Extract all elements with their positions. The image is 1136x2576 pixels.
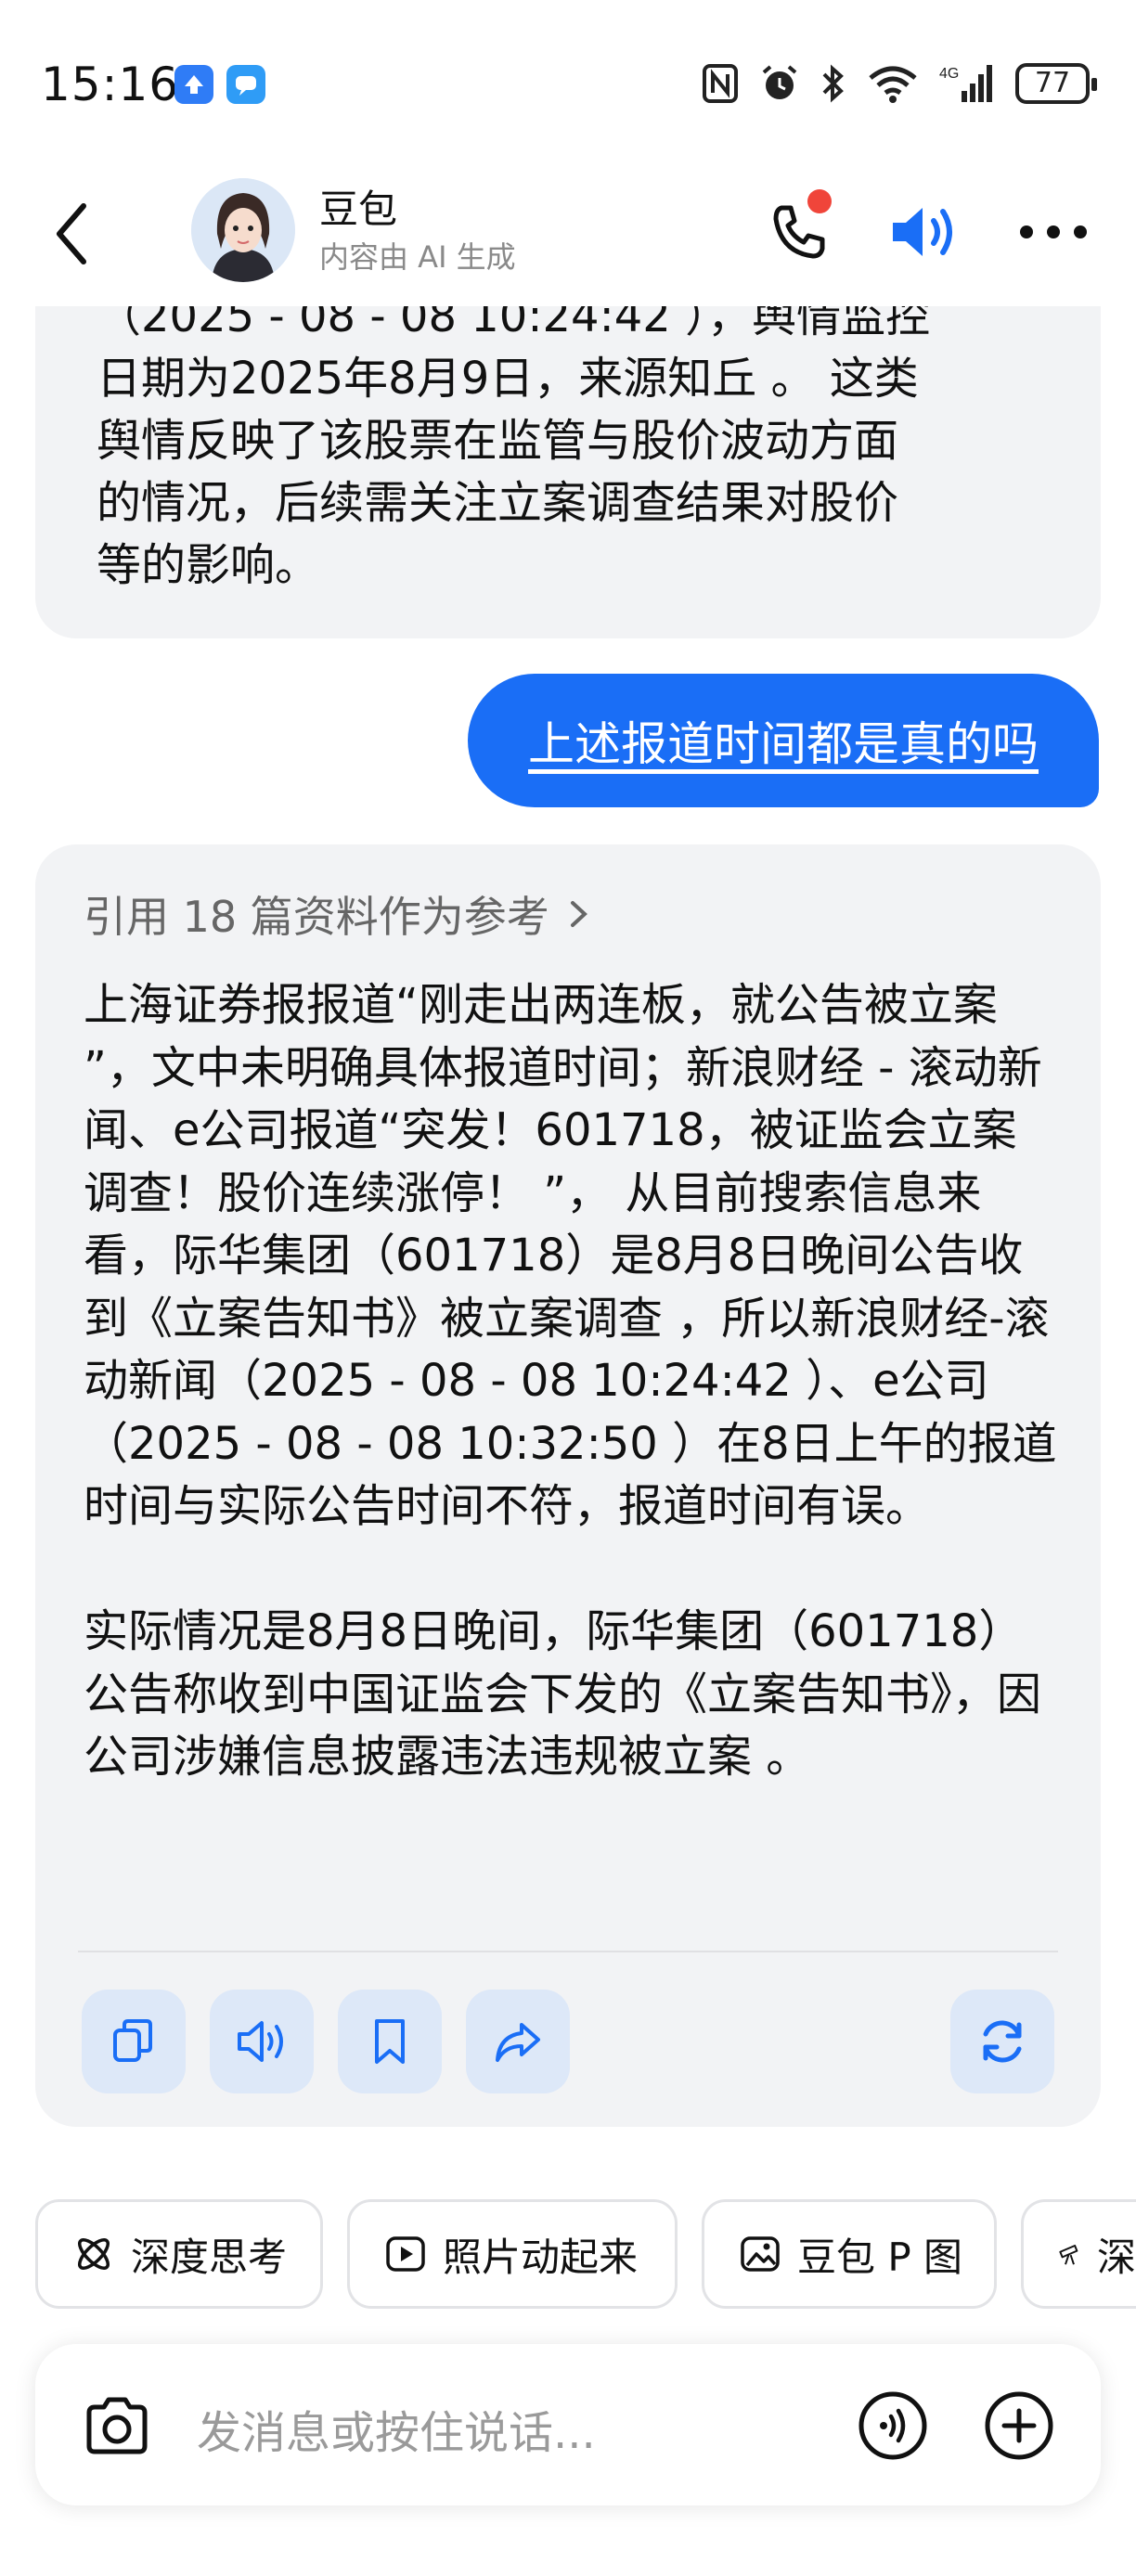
regenerate-button[interactable]	[950, 1990, 1054, 2093]
copy-button[interactable]	[82, 1990, 186, 2093]
battery-indicator: 77	[1015, 63, 1097, 104]
status-bar: 15:16 4G 77	[0, 0, 1136, 167]
play-icon	[386, 2236, 425, 2272]
chat-header: 豆包 内容由 AI 生成	[0, 167, 1136, 306]
copy-icon	[113, 2019, 152, 2062]
message-line: 等的影响。	[97, 539, 320, 591]
message-line: 的情况，后续需关注立案调查结果对股价	[97, 477, 899, 529]
chip-photo-edit[interactable]: 豆包 P 图	[702, 2199, 997, 2309]
chip-animate-photo[interactable]: 照片动起来	[347, 2199, 678, 2309]
references-label: 引用 18 篇资料作为参考	[84, 892, 549, 942]
avatar[interactable]	[191, 178, 295, 282]
message-line: 日期为2025年8月9日，来源知丘 。 这类	[97, 353, 919, 405]
camera-icon[interactable]	[80, 2389, 154, 2463]
message-input[interactable]: 发消息或按住说话...	[197, 2396, 596, 2461]
chip-deep-thinking[interactable]: 深度思考	[35, 2199, 323, 2309]
plus-icon[interactable]	[982, 2389, 1056, 2463]
ai-generated-label: 内容由 AI 生成	[319, 239, 516, 275]
reply-paragraph: 上海证券报报道“刚走出两连板，就公告被立案 ”，文中未明确具体报道时间；新浪财经…	[84, 979, 1057, 1532]
chip-label: 深	[1096, 2234, 1136, 2280]
speaker-icon[interactable]	[882, 195, 965, 269]
speaker-icon	[238, 2021, 283, 2062]
bluetooth-icon	[822, 64, 844, 103]
chip-label: 深度思考	[131, 2234, 288, 2280]
chip-label: 豆包 P 图	[797, 2234, 963, 2280]
bookmark-button[interactable]	[338, 1990, 442, 2093]
user-message-bubble[interactable]: 上述报道时间都是真的吗	[468, 674, 1099, 807]
share-icon	[496, 2023, 540, 2062]
wifi-icon	[869, 66, 917, 103]
bot-name: 豆包	[319, 187, 398, 232]
alarm-icon	[762, 65, 797, 99]
atom-icon	[78, 2238, 110, 2270]
clock: 15:16	[41, 58, 180, 111]
status-icons: 4G 77	[702, 58, 1097, 109]
chip-more[interactable]: 深	[1021, 2199, 1136, 2309]
upload-app-icon	[174, 65, 213, 104]
refresh-icon	[983, 2020, 1022, 2063]
more-options-icon[interactable]	[1012, 213, 1095, 251]
message-line: 舆情反映了该股票在监管与股价波动方面	[97, 415, 899, 467]
divider	[78, 1951, 1058, 1952]
chevron-right-icon	[570, 901, 587, 927]
back-arrow-icon[interactable]	[46, 197, 102, 271]
share-button[interactable]	[466, 1990, 570, 2093]
bookmark-icon	[375, 2019, 405, 2064]
message-input-bar: 发消息或按住说话...	[35, 2344, 1101, 2505]
user-message-text: 上述报道时间都是真的吗	[528, 717, 1039, 771]
nfc-icon	[703, 64, 738, 103]
chip-label: 照片动起来	[443, 2234, 639, 2280]
bot-reply-card: 引用 18 篇资料作为参考 上海证券报报道“刚走出两连板，就公告被立案 ”，文中…	[35, 844, 1101, 2127]
read-aloud-button[interactable]	[210, 1990, 314, 2093]
notification-dot	[807, 189, 832, 213]
message-app-icon	[226, 65, 265, 104]
svg-text:4G: 4G	[939, 66, 959, 82]
voice-input-icon[interactable]	[856, 2389, 930, 2463]
image-edit-icon	[741, 2236, 780, 2272]
reply-body: 上海证券报报道“刚走出两连板，就公告被立案 ”，文中未明确具体报道时间；新浪财经…	[84, 974, 1058, 1851]
previous-message-text: （2025 - 08 - 08 10:24:42 ），舆情监控 日期为2025年…	[97, 286, 1025, 597]
telescope-icon	[1059, 2245, 1078, 2265]
reply-paragraph: 实际情况是8月8日晚间，际华集团（601718）公告称收到中国证监会下发的《立案…	[84, 1605, 1042, 1783]
signal-icon: 4G	[939, 65, 992, 102]
references-link[interactable]: 引用 18 篇资料作为参考	[84, 883, 590, 945]
